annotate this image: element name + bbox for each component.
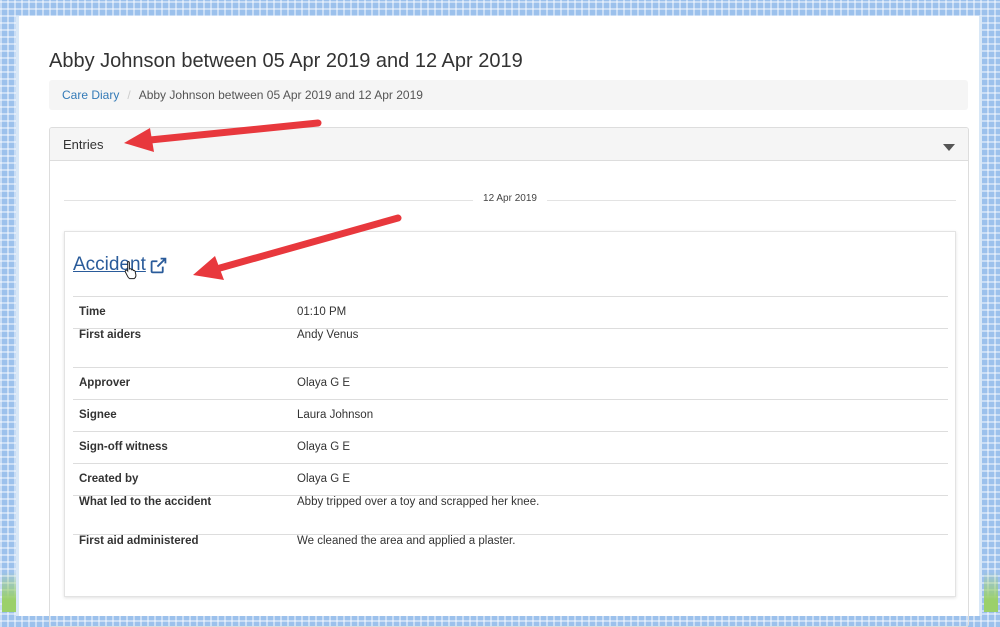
table-row: Signee Laura Johnson — [73, 399, 948, 432]
table-row: First aid administered We cleaned the ar… — [73, 534, 948, 574]
field-value: Laura Johnson — [291, 399, 948, 432]
field-label: First aiders — [73, 328, 291, 368]
field-value: Olaya G E — [291, 431, 948, 464]
pointer-cursor-icon — [124, 260, 137, 280]
field-label: Created by — [73, 463, 291, 496]
table-row: Sign-off witness Olaya G E — [73, 431, 948, 464]
field-value: Olaya G E — [291, 367, 948, 400]
entry-date-label: 12 Apr 2019 — [473, 193, 547, 204]
page-container: Abby Johnson between 05 Apr 2019 and 12 … — [16, 16, 982, 627]
field-label: Sign-off witness — [73, 431, 291, 464]
field-value: We cleaned the area and applied a plaste… — [291, 534, 948, 574]
entries-panel-title: Entries — [63, 136, 104, 152]
decorative-grass-left — [2, 572, 16, 612]
page-title: Abby Johnson between 05 Apr 2019 and 12 … — [49, 50, 523, 72]
field-label: What led to the accident — [73, 495, 291, 535]
field-label: Time — [73, 296, 291, 329]
field-value: Olaya G E — [291, 463, 948, 496]
accident-entry-link[interactable]: Accident — [73, 254, 167, 276]
field-value: 01:10 PM — [291, 296, 948, 329]
field-value: Andy Venus — [291, 328, 948, 368]
date-divider: 12 Apr 2019 — [64, 193, 956, 204]
breadcrumb: Care Diary / Abby Johnson between 05 Apr… — [49, 80, 968, 110]
field-label: First aid administered — [73, 534, 291, 574]
entries-panel-heading[interactable]: Entries — [50, 128, 968, 161]
decorative-grass-right — [984, 572, 998, 612]
field-label: Signee — [73, 399, 291, 432]
breadcrumb-care-diary-link[interactable]: Care Diary — [62, 88, 119, 102]
table-row: What led to the accident Abby tripped ov… — [73, 495, 948, 535]
breadcrumb-separator: / — [127, 88, 131, 102]
accident-details-table: Time 01:10 PM First aiders Andy Venus Ap… — [73, 296, 948, 574]
field-value: Abby tripped over a toy and scrapped her… — [291, 495, 948, 535]
breadcrumb-current: Abby Johnson between 05 Apr 2019 and 12 … — [138, 88, 423, 102]
field-label: Approver — [73, 367, 291, 400]
entry-card: Accident Time 01:10 PM First aiders Andy… — [64, 231, 956, 597]
table-row: Created by Olaya G E — [73, 463, 948, 496]
table-row: Approver Olaya G E — [73, 367, 948, 400]
table-row: Time 01:10 PM — [73, 296, 948, 329]
table-row: First aiders Andy Venus — [73, 328, 948, 368]
caret-down-icon[interactable] — [943, 144, 955, 151]
external-link-icon — [150, 257, 167, 273]
entries-panel: Entries 12 Apr 2019 Accident Time 01:10 … — [49, 127, 969, 627]
